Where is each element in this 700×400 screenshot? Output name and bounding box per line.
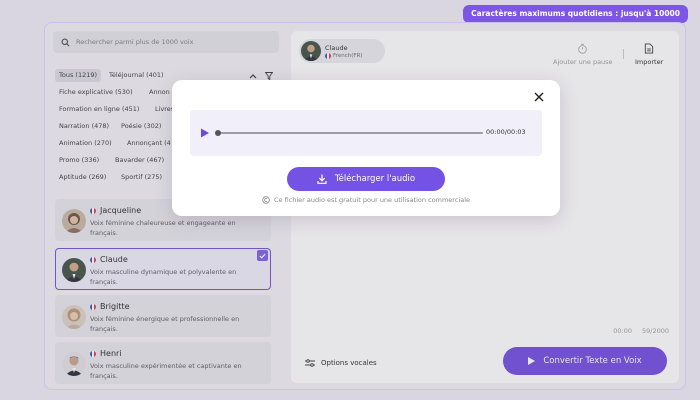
avatar [62,305,86,329]
import-button[interactable]: Importer [635,43,663,66]
voice-search-bar[interactable] [53,31,279,53]
audio-progress-handle[interactable] [215,130,221,136]
voice-name: Brigitte [100,302,130,311]
category-tag-explainer[interactable]: Fiche explicative (530) [55,86,137,99]
category-tag-all[interactable]: Tous (1219) [55,69,102,82]
timer-icon [578,43,588,54]
category-tag-sports[interactable]: Sportif (275) [117,171,166,184]
chevron-up-icon[interactable] [249,73,257,79]
toolbar-divider [623,49,624,59]
download-audio-button[interactable]: Télécharger l'audio [287,167,445,191]
voice-description: Voix féminine énergique et professionnel… [90,315,240,333]
avatar [62,209,86,233]
voice-card-claude[interactable]: Claude Voix masculine dynamique et polyv… [55,248,271,290]
voice-name: Claude [100,255,128,264]
license-note-text: Ce fichier audio est gratuit pour une ut… [273,196,471,204]
sliders-icon [305,359,315,367]
category-tag-announcer[interactable]: Annonçant (4 [123,137,175,150]
audio-time-readout: 00:00/00:03 [486,128,526,136]
add-pause-label: Ajouter une pause [553,58,613,66]
france-flag-icon [90,303,96,310]
voice-description: Voix masculine dynamique et polyvalente … [90,268,237,286]
category-tag-chat[interactable]: Bavarder (467) [111,154,168,167]
check-icon [259,253,266,259]
voice-description: Voix masculine expérimentée et captivant… [90,362,242,380]
editor-bottom-bar: Options vocales Convertir Texte en Voix [291,347,679,389]
daily-quota-badge: Caractères maximums quotidiens : jusqu'à… [463,5,688,23]
audio-progress-bar[interactable] [215,130,483,136]
audio-player: 00:00/00:03 [190,110,542,156]
audio-download-modal: 00:00/00:03 Télécharger l'audio Ce fichi… [172,80,560,216]
selected-check-badge [257,250,268,261]
voice-card-brigitte[interactable]: Brigitte Voix féminine énergique et prof… [55,295,271,337]
france-flag-icon [90,350,96,357]
copyright-icon [262,196,270,204]
play-icon[interactable] [200,128,210,138]
voice-name: Jacqueline [100,206,142,215]
france-flag-icon [325,52,331,59]
download-button-label: Télécharger l'audio [334,174,416,184]
category-tag-animation[interactable]: Animation (270) [55,137,116,150]
category-tag-poetry[interactable]: Poésie (302) [117,120,165,133]
convert-button-label: Convertir Texte en Voix [543,356,642,366]
document-icon [645,43,654,54]
category-tag-fitness[interactable]: Aptitude (269) [55,171,110,184]
play-icon [528,357,536,365]
selected-voice-language: French(FR) [333,52,363,59]
commercial-use-note: Ce fichier audio est gratuit pour une ut… [172,196,560,204]
avatar [62,258,86,282]
selected-voice-chip[interactable]: Claude French(FR) [299,39,385,63]
category-tag-promo[interactable]: Promo (336) [55,154,103,167]
close-modal-button[interactable] [532,90,546,104]
character-count: 59/2000 [641,327,669,335]
editor-counters: 00:00 59/2000 [613,327,669,335]
avatar [301,41,321,61]
voice-description: Voix féminine chaleureuse et engageante … [90,219,236,237]
voice-name: Henri [100,349,122,358]
download-icon [317,174,327,184]
voice-options-label: Options vocales [321,359,377,367]
search-icon [61,38,70,46]
avatar [62,352,86,376]
selected-voice-name: Claude [325,43,348,52]
category-tag-narration[interactable]: Narration (478) [55,120,113,133]
filter-icon[interactable] [265,71,273,80]
category-tag-ad[interactable]: Annon [145,86,174,99]
category-tag-elearning[interactable]: Formation en ligne (451) [55,103,143,116]
voice-options-button[interactable]: Options vocales [305,359,377,367]
convert-text-to-speech-button[interactable]: Convertir Texte en Voix [503,347,667,375]
voice-search-input[interactable] [76,38,256,46]
add-pause-button[interactable]: Ajouter une pause [553,43,613,66]
audio-duration: 00:00 [613,327,632,335]
france-flag-icon [90,207,96,214]
import-label: Importer [635,58,664,66]
france-flag-icon [90,256,96,263]
close-icon [534,92,544,102]
voice-card-henri[interactable]: Henri Voix masculine expérimentée et cap… [55,342,271,384]
category-tag-news[interactable]: Téléjournal (401) [105,69,168,82]
